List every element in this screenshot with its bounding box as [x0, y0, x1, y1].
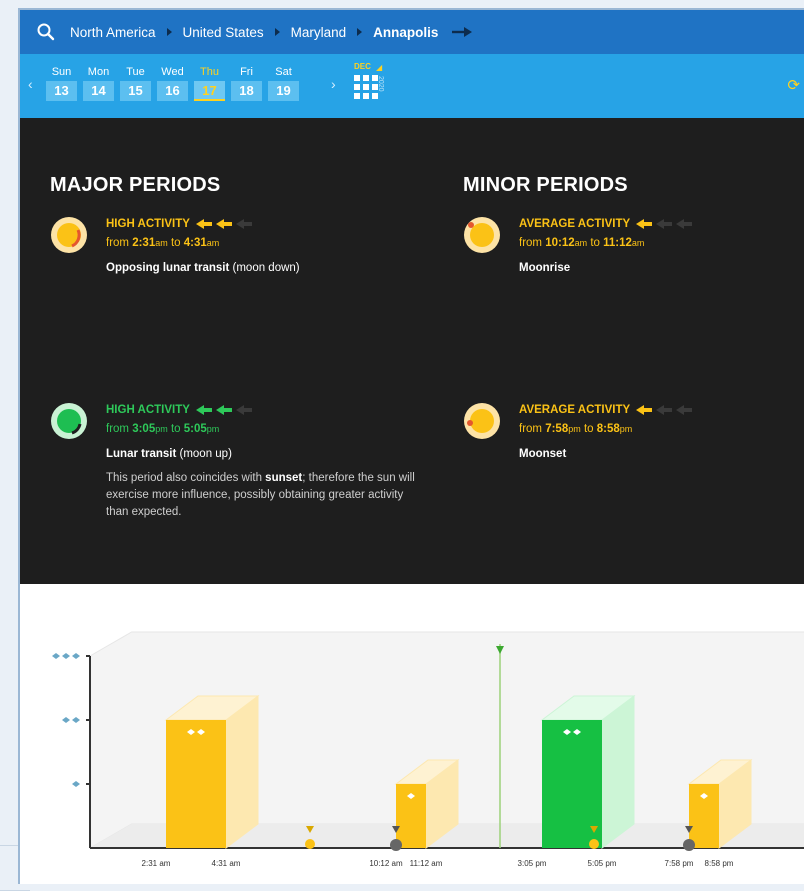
x-tick-label: 3:05 pm [518, 859, 547, 868]
x-tick-label: 8:58 pm [705, 859, 734, 868]
activity-level: HIGH ACTIVITY [106, 218, 190, 230]
activity-rating-icon [636, 405, 693, 415]
y-level-arrow-icon [76, 781, 80, 787]
calendar-year: 2020 [377, 76, 384, 92]
y-level-arrow-icon [66, 653, 70, 659]
y-level-arrow-icon [72, 653, 76, 659]
bar-side [225, 695, 259, 849]
day-name: Thu [200, 66, 219, 78]
day-thu-selected[interactable]: Thu 17 [194, 65, 225, 101]
day-number: 18 [231, 81, 262, 101]
moon-yellow-icon [51, 217, 87, 253]
major-periods-title: MAJOR PERIODS [50, 174, 221, 196]
bar [166, 720, 226, 848]
day-name: Mon [87, 66, 110, 78]
day-list: Sun 13 Mon 14 Tue 15 Wed 16 Thu 17 Fri 1… [46, 65, 305, 101]
day-number: 14 [83, 81, 114, 101]
y-level-arrow-icon [56, 653, 60, 659]
period-event: Moonset [519, 448, 567, 460]
day-number: 13 [46, 81, 77, 101]
refresh-icon[interactable]: ⟳ [787, 76, 800, 94]
y-level-arrow-icon [76, 653, 80, 659]
activity-level: HIGH ACTIVITY [106, 404, 190, 416]
period-time: from 3:05pm to 5:05pm [106, 423, 220, 435]
x-tick-label: 7:58 pm [665, 859, 694, 868]
activity-rating-icon [195, 219, 252, 229]
x-tick-label: 11:12 am [410, 859, 443, 868]
x-tick-label: 5:05 pm [588, 859, 617, 868]
periods-panel: MAJOR PERIODS MINOR PERIODS HIGH ACTIVIT… [20, 118, 804, 584]
breadcrumb: North America United States Maryland Ann… [70, 25, 473, 40]
breadcrumb-separator-icon [274, 28, 280, 36]
y-level-arrow-icon [76, 717, 80, 723]
chevron-left-icon[interactable]: ‹ [28, 76, 33, 92]
minor-periods-title: MINOR PERIODS [463, 174, 628, 196]
location-bar: North America United States Maryland Ann… [20, 10, 804, 54]
activity-level: AVERAGE ACTIVITY [519, 404, 631, 416]
day-number: 17 [194, 81, 225, 101]
corner-arrow-icon: ◢ [376, 63, 383, 72]
day-selector: ‹ Sun 13 Mon 14 Tue 15 Wed 16 Thu 17 Fri… [20, 54, 804, 118]
activity-rating-icon [636, 219, 693, 229]
y-level-arrow-icon [62, 717, 66, 723]
chevron-right-icon[interactable]: › [331, 76, 336, 92]
moon-marker-icon [390, 839, 402, 851]
moon-yellow-icon [464, 403, 500, 439]
sun-marker-icon [589, 839, 599, 849]
moon-yellow-icon [464, 217, 500, 253]
breadcrumb-item-state[interactable]: Maryland [291, 25, 347, 40]
day-name: Wed [161, 66, 184, 78]
activity-level: AVERAGE ACTIVITY [519, 218, 631, 230]
day-name: Sun [51, 66, 72, 78]
day-number: 15 [120, 81, 151, 101]
breadcrumb-item-country[interactable]: United States [183, 25, 264, 40]
calendar-grid-icon [354, 75, 378, 99]
day-number: 19 [268, 81, 299, 101]
period-note: This period also coincides with sunset; … [106, 472, 415, 518]
x-tick-label: 2:31 am [142, 859, 171, 868]
day-sun[interactable]: Sun 13 [46, 65, 77, 101]
day-fri[interactable]: Fri 18 [231, 65, 262, 101]
activity-rating-icon [195, 405, 252, 415]
arrow-right-icon[interactable] [452, 27, 473, 37]
period-event: Lunar transit (moon up) [106, 448, 232, 460]
day-tue[interactable]: Tue 15 [120, 65, 151, 101]
calendar-month: DEC [354, 62, 371, 71]
day-name: Fri [240, 66, 253, 78]
breadcrumb-item-continent[interactable]: North America [70, 25, 156, 40]
day-name: Tue [126, 66, 145, 78]
day-sat[interactable]: Sat 19 [268, 65, 299, 101]
breadcrumb-separator-icon [166, 28, 172, 36]
day-mon[interactable]: Mon 14 [83, 65, 114, 101]
y-level-arrow-icon [72, 781, 76, 787]
breadcrumb-item-city[interactable]: Annapolis [373, 25, 438, 40]
activity-chart: 2:31 am 4:31 am 10:12 am 11:12 am 3:05 pm 5:0… [20, 584, 804, 884]
calendar-button[interactable]: DEC ◢ 2020 [354, 62, 398, 108]
period-event: Opposing lunar transit (moon down) [106, 262, 300, 274]
sun-marker-icon [305, 839, 315, 849]
day-name: Sat [275, 66, 292, 78]
x-tick-label: 10:12 am [369, 859, 403, 868]
period-time: from 7:58pm to 8:58pm [519, 423, 633, 435]
period-time: from 10:12am to 11:12am [519, 237, 645, 249]
search-icon[interactable] [34, 20, 58, 44]
period-event: Moonrise [519, 262, 571, 274]
period-time: from 2:31am to 4:31am [106, 237, 220, 249]
day-number: 16 [157, 81, 188, 101]
moon-marker-icon [683, 839, 695, 851]
solunar-widget: North America United States Maryland Ann… [18, 8, 804, 884]
x-tick-label: 4:31 am [212, 859, 241, 868]
bar-side [601, 695, 635, 849]
y-level-arrow-icon [66, 717, 70, 723]
y-level-arrow-icon [72, 717, 76, 723]
day-wed[interactable]: Wed 16 [157, 65, 188, 101]
y-level-arrow-icon [62, 653, 66, 659]
activity-chart-svg: 2:31 am 4:31 am 10:12 am 11:12 am 3:05 pm 5:0… [52, 631, 804, 868]
moon-green-icon [51, 403, 87, 439]
y-level-arrow-icon [52, 653, 56, 659]
breadcrumb-separator-icon [357, 28, 363, 36]
